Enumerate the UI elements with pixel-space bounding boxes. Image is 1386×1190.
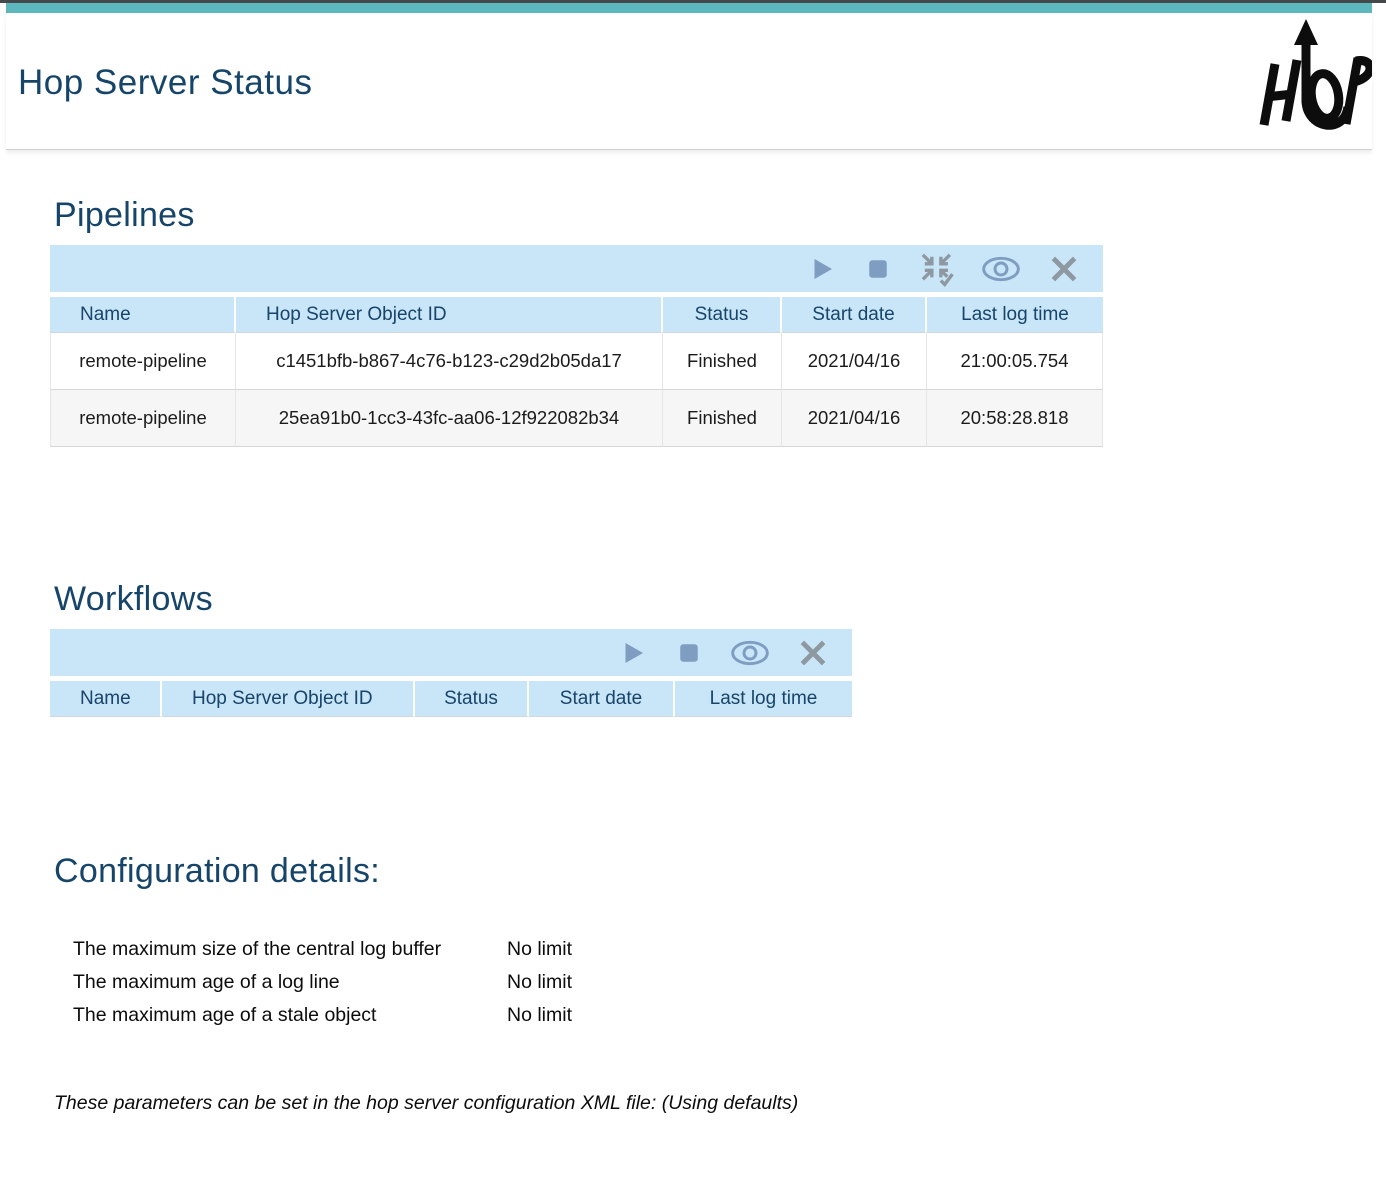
pipeline-name[interactable]: remote-pipeline: [50, 390, 236, 447]
pipeline-start-date: 2021/04/16: [782, 390, 927, 447]
hop-logo-icon: [1250, 17, 1372, 135]
workflows-table: Name Hop Server Object ID Status Start d…: [50, 681, 852, 717]
cleanup-pipeline-icon[interactable]: [919, 251, 955, 287]
column-name[interactable]: Name: [50, 681, 162, 717]
pipeline-row[interactable]: remote-pipeline 25ea91b0-1cc3-43fc-aa06-…: [50, 390, 1103, 447]
configuration-footnote: These parameters can be set in the hop s…: [54, 1092, 1386, 1115]
config-label: The maximum size of the central log buff…: [73, 933, 507, 966]
view-pipeline-icon[interactable]: [981, 253, 1021, 285]
configuration-section: Configuration details: The maximum size …: [50, 852, 1386, 1115]
page-header: Hop Server Status: [6, 13, 1372, 150]
config-value: No limit: [507, 999, 1386, 1032]
config-label: The maximum age of a stale object: [73, 999, 507, 1032]
pipeline-object-id[interactable]: c1451bfb-b867-4c76-b123-c29d2b05da17: [236, 333, 663, 390]
start-pipeline-icon[interactable]: [807, 254, 837, 284]
stop-pipeline-icon[interactable]: [863, 254, 893, 284]
column-name[interactable]: Name: [50, 297, 236, 333]
column-status[interactable]: Status: [415, 681, 529, 717]
pipelines-header-row: Name Hop Server Object ID Status Start d…: [50, 297, 1103, 333]
column-object-id[interactable]: Hop Server Object ID: [162, 681, 415, 717]
pipeline-object-id[interactable]: 25ea91b0-1cc3-43fc-aa06-12f922082b34: [236, 390, 663, 447]
config-value: No limit: [507, 966, 1386, 999]
start-workflow-icon[interactable]: [618, 638, 648, 668]
pipeline-row[interactable]: remote-pipeline c1451bfb-b867-4c76-b123-…: [50, 333, 1103, 390]
stop-workflow-icon[interactable]: [674, 638, 704, 668]
pipelines-section: Pipelines: [50, 196, 1386, 447]
remove-pipeline-icon[interactable]: [1047, 252, 1081, 286]
page-title: Hop Server Status: [18, 63, 312, 103]
pipeline-last-log-time: 20:58:28.818: [927, 390, 1103, 447]
config-label: The maximum age of a log line: [73, 966, 507, 999]
configuration-heading: Configuration details:: [54, 852, 1386, 891]
workflows-heading: Workflows: [54, 580, 1386, 619]
view-workflow-icon[interactable]: [730, 637, 770, 669]
pipeline-status: Finished: [663, 390, 782, 447]
config-item: The maximum age of a stale object No lim…: [73, 999, 1386, 1032]
column-last-log-time[interactable]: Last log time: [927, 297, 1103, 333]
column-status[interactable]: Status: [663, 297, 782, 333]
pipelines-heading: Pipelines: [54, 196, 1386, 235]
column-start-date[interactable]: Start date: [782, 297, 927, 333]
config-item: The maximum age of a log line No limit: [73, 966, 1386, 999]
pipeline-last-log-time: 21:00:05.754: [927, 333, 1103, 390]
pipelines-table: Name Hop Server Object ID Status Start d…: [50, 297, 1103, 447]
remove-workflow-icon[interactable]: [796, 636, 830, 670]
configuration-list: The maximum size of the central log buff…: [73, 933, 1386, 1032]
workflows-section: Workflows: [50, 580, 1386, 717]
pipelines-toolbar: [50, 245, 1103, 292]
workflows-toolbar: [50, 629, 852, 676]
column-last-log-time[interactable]: Last log time: [675, 681, 852, 717]
config-item: The maximum size of the central log buff…: [73, 933, 1386, 966]
pipeline-status: Finished: [663, 333, 782, 390]
pipeline-name[interactable]: remote-pipeline: [50, 333, 236, 390]
workflows-header-row: Name Hop Server Object ID Status Start d…: [50, 681, 852, 717]
pipeline-start-date: 2021/04/16: [782, 333, 927, 390]
column-object-id[interactable]: Hop Server Object ID: [236, 297, 663, 333]
config-value: No limit: [507, 933, 1386, 966]
column-start-date[interactable]: Start date: [529, 681, 675, 717]
top-teal-bar: [6, 3, 1372, 13]
